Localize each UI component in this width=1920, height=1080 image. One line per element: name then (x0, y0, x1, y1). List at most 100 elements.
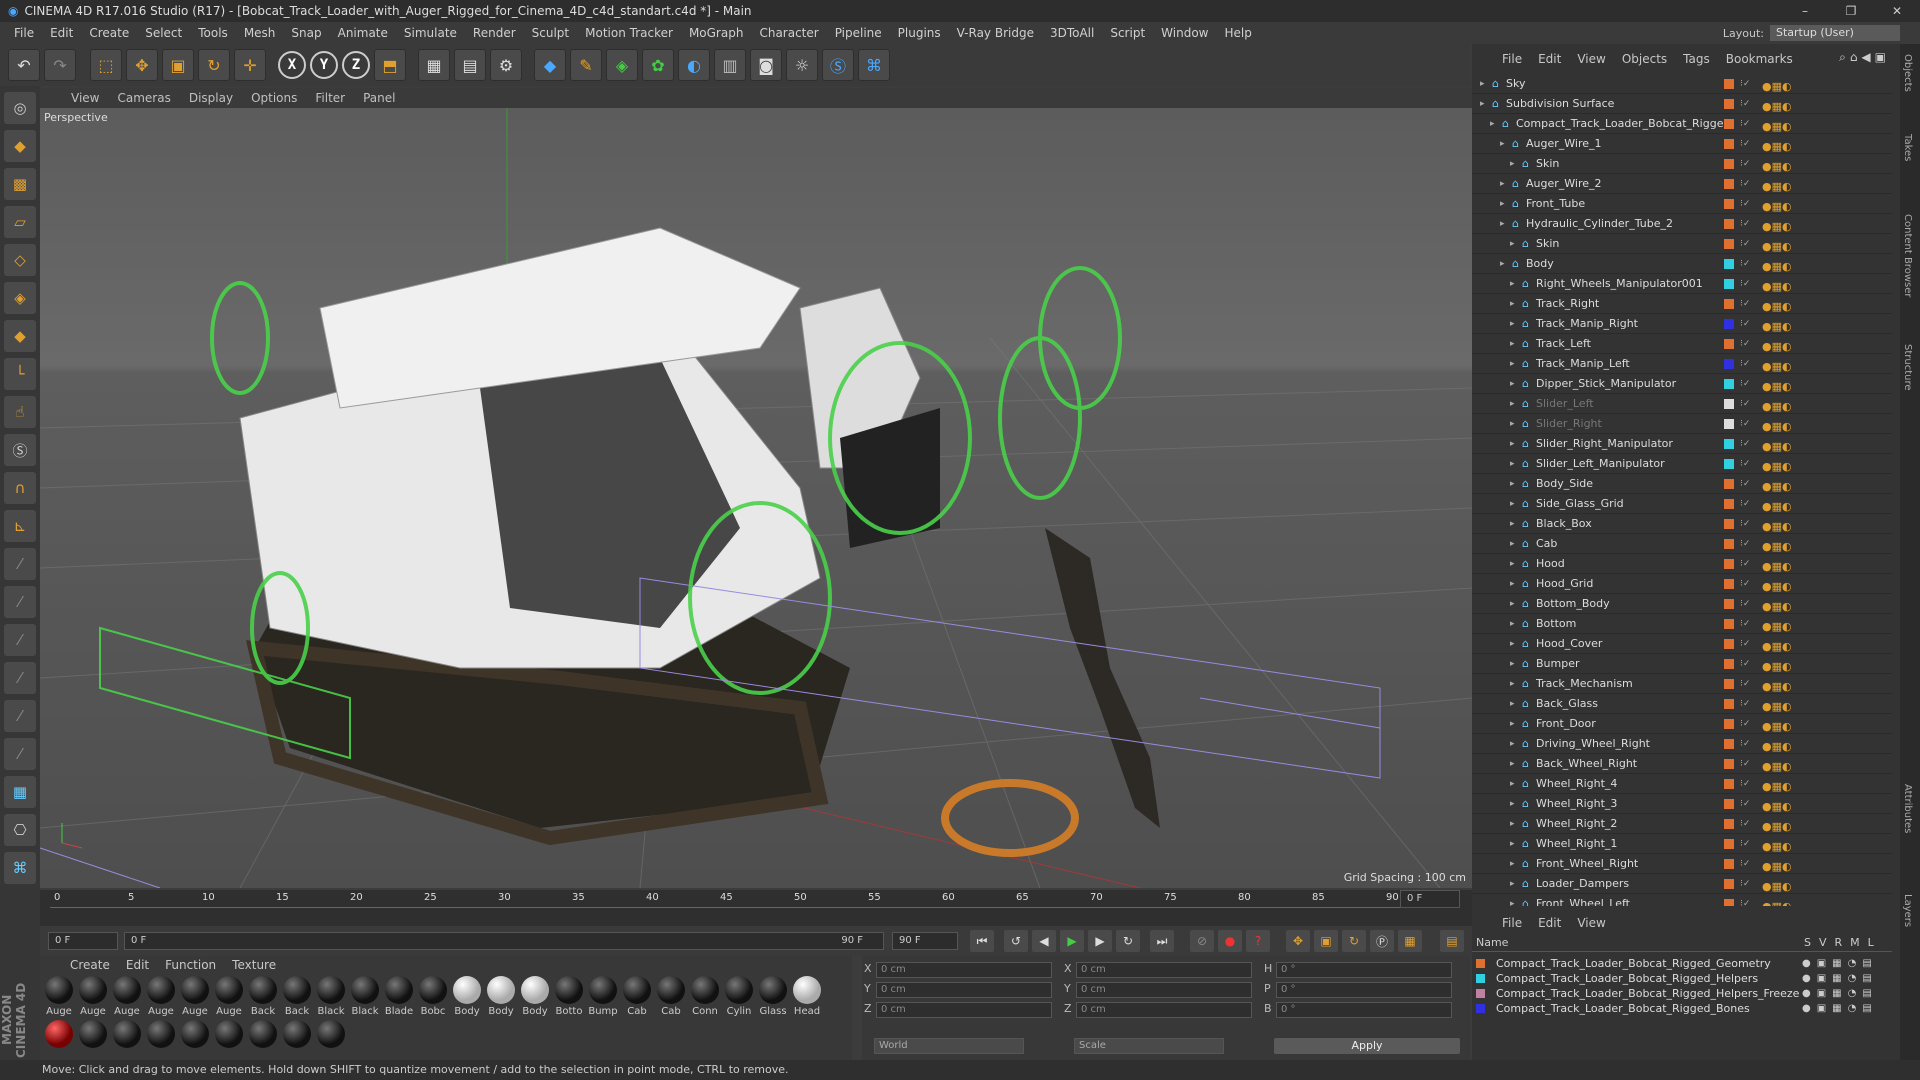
material-swatch[interactable]: Cab (622, 976, 652, 1017)
expand-arrow-icon[interactable]: ▸ (1510, 454, 1515, 474)
expand-arrow-icon[interactable]: ▸ (1510, 574, 1515, 594)
object-row[interactable]: ▸ ⌂ Right_Wheels_Manipulator001 ⁝✓ ●▦◐ (1472, 274, 1892, 294)
viewport-menu-cameras[interactable]: Cameras (108, 91, 179, 105)
visibility-dots-icon[interactable]: ⁝✓ (1740, 314, 1750, 334)
expand-arrow-icon[interactable]: ▸ (1510, 554, 1515, 574)
object-search-icons[interactable]: ⌕⌂◀▣ (1839, 50, 1890, 65)
layer-color-swatch[interactable] (1724, 519, 1734, 529)
menu-3dtoall[interactable]: 3DToAll (1042, 26, 1102, 40)
layer-color-swatch[interactable] (1724, 219, 1734, 229)
menu-plugins[interactable]: Plugins (890, 26, 949, 40)
visibility-dots-icon[interactable]: ⁝✓ (1740, 594, 1750, 614)
layer-color-swatch[interactable] (1724, 559, 1734, 569)
object-row[interactable]: ▸ ⌂ Front_Tube ⁝✓ ●▦◐ (1472, 194, 1892, 214)
visibility-dots-icon[interactable]: ⁝✓ (1740, 674, 1750, 694)
visibility-dots-icon[interactable]: ⁝✓ (1740, 554, 1750, 574)
expand-arrow-icon[interactable]: ▸ (1510, 494, 1515, 514)
material-swatch[interactable]: Auge (78, 976, 108, 1017)
scale-mode-dropdown[interactable]: Scale (1074, 1038, 1224, 1054)
object-row[interactable]: ▸ ⌂ Subdivision Surface ⁝✓ ●▦◐ (1472, 94, 1892, 114)
side-tab-structure[interactable]: Structure (1902, 344, 1913, 391)
object-row[interactable]: ▸ ⌂ Driving_Wheel_Right ⁝✓ ●▦◐ (1472, 734, 1892, 754)
material-swatch[interactable] (214, 1020, 244, 1050)
layer-color-swatch[interactable] (1724, 619, 1734, 629)
cloner-icon[interactable]: ✿ (642, 49, 674, 81)
visibility-dots-icon[interactable]: ⁝✓ (1740, 454, 1750, 474)
menu-v-ray-bridge[interactable]: V-Ray Bridge (949, 26, 1042, 40)
object-row[interactable]: ▸ ⌂ Skin ⁝✓ ●▦◐ (1472, 154, 1892, 174)
visibility-dots-icon[interactable]: ⁝✓ (1740, 374, 1750, 394)
object-row[interactable]: ▸ ⌂ Compact_Track_Loader_Bobcat_Rigged ⁝✓ ●▦… (1472, 114, 1892, 134)
autokey-icon[interactable]: ● (1218, 930, 1242, 952)
object-row[interactable]: ▸ ⌂ Slider_Right ⁝✓ ●▦◐ (1472, 414, 1892, 434)
frame-range-slider[interactable]: 0 F 90 F (124, 932, 884, 950)
expand-arrow-icon[interactable]: ▸ (1500, 134, 1505, 154)
coord-input[interactable]: 0 ° (1276, 962, 1452, 978)
brush-icon-2[interactable]: ⁄ (4, 586, 36, 618)
layer-color-swatch[interactable] (1724, 579, 1734, 589)
material-swatch[interactable]: Body (486, 976, 516, 1017)
layer-color-swatch[interactable] (1724, 159, 1734, 169)
object-menu-view[interactable]: View (1569, 52, 1613, 66)
layout-dropdown[interactable]: Startup (User) (1770, 25, 1900, 41)
object-row[interactable]: ▸ ⌂ Cab ⁝✓ ●▦◐ (1472, 534, 1892, 554)
visibility-dots-icon[interactable]: ⁝✓ (1740, 734, 1750, 754)
visibility-dots-icon[interactable]: ⁝✓ (1740, 654, 1750, 674)
layer-flags-icon[interactable]: ●▣▦◔▤ (1802, 986, 1878, 1001)
material-swatch[interactable]: Glass (758, 976, 788, 1017)
keyframe-selection-icon[interactable]: ? (1246, 930, 1270, 952)
visibility-dots-icon[interactable]: ⁝✓ (1740, 474, 1750, 494)
layer-color-swatch[interactable] (1724, 679, 1734, 689)
expand-arrow-icon[interactable]: ▸ (1510, 294, 1515, 314)
vray-icon[interactable]: Ⓢ (822, 49, 854, 81)
object-row[interactable]: ▸ ⌂ Track_Right ⁝✓ ●▦◐ (1472, 294, 1892, 314)
layer-color-swatch[interactable] (1724, 119, 1734, 129)
object-row[interactable]: ▸ ⌂ Auger_Wire_1 ⁝✓ ●▦◐ (1472, 134, 1892, 154)
visibility-dots-icon[interactable]: ⁝✓ (1740, 614, 1750, 634)
side-tab-content-browser[interactable]: Content Browser (1902, 214, 1913, 297)
menu-motion-tracker[interactable]: Motion Tracker (577, 26, 681, 40)
object-row[interactable]: ▸ ⌂ Track_Mechanism ⁝✓ ●▦◐ (1472, 674, 1892, 694)
layer-flags-icon[interactable]: ●▣▦◔▤ (1802, 1001, 1878, 1016)
expand-arrow-icon[interactable]: ▸ (1490, 114, 1495, 134)
object-menu-bookmarks[interactable]: Bookmarks (1718, 52, 1801, 66)
layer-color-swatch[interactable] (1724, 819, 1734, 829)
material-swatch[interactable]: Auge (112, 976, 142, 1017)
material-swatch[interactable]: Auge (214, 976, 244, 1017)
visibility-dots-icon[interactable]: ⁝✓ (1740, 234, 1750, 254)
menu-mograph[interactable]: MoGraph (681, 26, 752, 40)
object-row[interactable]: ▸ ⌂ Wheel_Right_2 ⁝✓ ●▦◐ (1472, 814, 1892, 834)
render-settings-icon[interactable]: ⚙ (490, 49, 522, 81)
material-menu-texture[interactable]: Texture (224, 958, 284, 972)
expand-arrow-icon[interactable]: ▸ (1510, 274, 1515, 294)
layer-color-swatch[interactable] (1724, 339, 1734, 349)
layer-color-swatch[interactable] (1724, 739, 1734, 749)
material-swatch[interactable] (180, 1020, 210, 1050)
go-to-start-icon[interactable]: ⏮ (970, 930, 994, 952)
script-python-icon[interactable]: ⌘ (4, 852, 36, 884)
visibility-dots-icon[interactable]: ⁝✓ (1740, 274, 1750, 294)
guide-icon[interactable]: ⎔ (4, 814, 36, 846)
viewport-menu-view[interactable]: View (62, 91, 108, 105)
object-menu-objects[interactable]: Objects (1614, 52, 1675, 66)
expand-arrow-icon[interactable]: ▸ (1510, 534, 1515, 554)
expand-arrow-icon[interactable]: ▸ (1480, 94, 1485, 114)
material-menu-create[interactable]: Create (62, 958, 118, 972)
subdivision-icon[interactable]: ◈ (606, 49, 638, 81)
visibility-dots-icon[interactable]: ⁝✓ (1740, 294, 1750, 314)
layer-color-swatch[interactable] (1724, 499, 1734, 509)
visibility-dots-icon[interactable]: ⁝✓ (1740, 774, 1750, 794)
expand-arrow-icon[interactable]: ▸ (1510, 314, 1515, 334)
timeline[interactable]: 0 5 10 15 20 25 30 35 40 45 50 55 60 65 70 75 80 85 90 0 F (40, 890, 1472, 926)
coord-input[interactable]: 0 cm (1076, 962, 1252, 978)
side-tab-objects[interactable]: Objects (1902, 54, 1913, 92)
expand-arrow-icon[interactable]: ▸ (1510, 394, 1515, 414)
deformer-icon[interactable]: ◐ (678, 49, 710, 81)
menu-animate[interactable]: Animate (330, 26, 396, 40)
object-row[interactable]: ▸ ⌂ Loader_Dampers ⁝✓ ●▦◐ (1472, 874, 1892, 894)
key-scale-icon[interactable]: ▣ (1314, 930, 1338, 952)
timeline-window-icon[interactable]: ▤ (1440, 930, 1464, 952)
coord-input[interactable]: 0 cm (1076, 1002, 1252, 1018)
pen-spline-icon[interactable]: ✎ (570, 49, 602, 81)
object-row[interactable]: ▸ ⌂ Front_Door ⁝✓ ●▦◐ (1472, 714, 1892, 734)
